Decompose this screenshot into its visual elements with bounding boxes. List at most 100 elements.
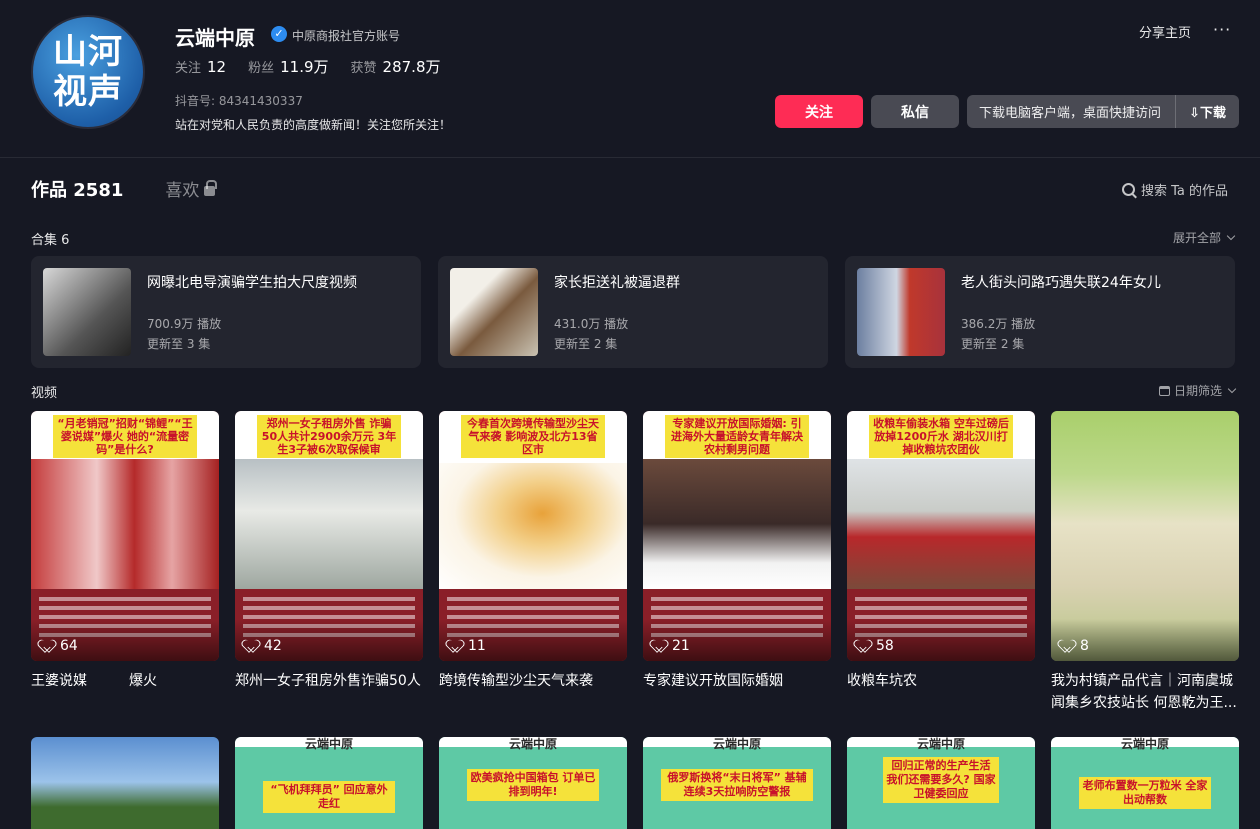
video-likes: 58 <box>857 638 894 654</box>
brand-watermark: 云端中原 <box>1120 737 1169 751</box>
video-card[interactable]: 云端中原 俄罗斯换将“末日将军” 基辅连续3天拉响防空警报 <box>643 737 831 829</box>
collection-title: 家长拒送礼被逼退群 <box>554 275 680 291</box>
collection-card[interactable]: 老人街头问路巧遇失联24年女儿 386.2万 播放 更新至 2 集 <box>845 256 1235 368</box>
video-title: 专家建议开放国际婚姻 <box>643 673 783 689</box>
lock-icon <box>204 180 218 196</box>
videos-title: 视频 <box>31 386 58 401</box>
avatar[interactable]: 山河视声 <box>31 15 145 129</box>
date-filter-button[interactable]: 日期筛选 <box>1159 382 1237 399</box>
video-card[interactable]: 收粮车偷装水箱 空车过磅后放掉1200斤水 湖北汉川打掉收粮坑农团伙 58 收粮… <box>847 411 1035 714</box>
collection-update: 更新至 2 集 <box>554 337 618 351</box>
stat-likes-received: 获赞 287.8万 <box>350 58 441 76</box>
header-divider <box>0 157 1260 158</box>
brand-watermark: 云端中原 <box>508 737 557 751</box>
video-grid: “月老销冠”招财“锦鲤”“王婆说媒”爆火 她的“流量密码”是什么? 64 王婆说… <box>31 411 1241 714</box>
search-label: 搜索 Ta 的作品 <box>1141 184 1229 199</box>
expand-all-button[interactable]: 展开全部 <box>1173 229 1236 246</box>
douyin-id: 抖音号: 84341430337 <box>175 94 303 108</box>
video-caption: 专家建议开放国际婚姻: 引进海外大量适龄女青年解决农村剩男问题 <box>665 415 809 458</box>
collection-update: 更新至 2 集 <box>961 337 1025 351</box>
tab-works[interactable]: 作品 2581 <box>31 176 123 202</box>
profile-stats: 关注 12 粉丝 11.9万 获赞 287.8万 <box>175 56 441 77</box>
avatar-text: 山河视声 <box>53 32 123 112</box>
video-thumbnail: 收粮车偷装水箱 空车过磅后放掉1200斤水 湖北汉川打掉收粮坑农团伙 58 <box>847 411 1035 661</box>
more-options-icon[interactable]: ··· <box>1213 20 1231 39</box>
video-likes: 8 <box>1061 638 1089 654</box>
video-caption: 收粮车偷装水箱 空车过磅后放掉1200斤水 湖北汉川打掉收粮坑农团伙 <box>869 415 1013 458</box>
heart-icon <box>653 640 666 652</box>
collection-plays: 386.2万 播放 <box>961 317 1036 331</box>
verified-icon: ✓ <box>271 26 287 42</box>
video-card[interactable]: “月老销冠”招财“锦鲤”“王婆说媒”爆火 她的“流量密码”是什么? 64 王婆说… <box>31 411 219 714</box>
tab-likes[interactable]: 喜欢 <box>165 176 218 201</box>
video-likes: 11 <box>449 638 486 654</box>
video-title: 我为村镇产品代言｜河南虞城闻集乡农技站长 何恩乾为王... <box>1051 673 1237 711</box>
video-title: 收粮车坑农 <box>847 673 917 689</box>
stat-following[interactable]: 关注 12 <box>175 57 226 76</box>
video-card[interactable]: 云端中原 老师布置数一万粒米 全家出动帮数 <box>1051 737 1239 829</box>
calendar-icon <box>1159 385 1170 396</box>
video-title: 王婆说媒 爆火 <box>31 673 157 689</box>
collections-list: 网曝北电导演骗学生拍大尺度视频 700.9万 播放 更新至 3 集 家长拒送礼被… <box>31 256 1235 368</box>
verified-label: 中原商报社官方账号 <box>292 29 401 43</box>
video-caption: 郑州一女子租房外售 诈骗50人共计2900余万元 3年生3子被6次取保候审 <box>257 415 401 458</box>
profile-header: 山河视声 云端中原 ✓ 中原商报社官方账号 关注 12 粉丝 11.9万 获赞 287… <box>0 0 1260 158</box>
collection-card[interactable]: 家长拒送礼被逼退群 431.0万 播放 更新至 2 集 <box>438 256 828 368</box>
video-title: 跨境传输型沙尘天气来袭 <box>439 673 593 689</box>
heart-icon <box>449 640 462 652</box>
profile-name: 云端中原 <box>175 26 255 50</box>
collection-title: 老人街头问路巧遇失联24年女儿 <box>961 275 1161 291</box>
video-likes: 21 <box>653 638 690 654</box>
video-caption: 回归正常的生产生活 我们还需要多久? 国家卫健委回应 <box>883 757 999 803</box>
video-likes: 64 <box>41 638 78 654</box>
video-caption: “月老销冠”招财“锦鲤”“王婆说媒”爆火 她的“流量密码”是什么? <box>53 415 197 458</box>
collection-plays: 700.9万 播放 <box>147 317 222 331</box>
heart-icon <box>857 640 870 652</box>
download-client-banner: 下载电脑客户端，桌面快捷访问 ⇩下载 <box>967 95 1239 128</box>
video-card[interactable]: 云端中原 回归正常的生产生活 我们还需要多久? 国家卫健委回应 <box>847 737 1035 829</box>
stat-followers[interactable]: 粉丝 11.9万 <box>248 56 328 77</box>
heart-icon <box>245 640 258 652</box>
video-likes: 42 <box>245 638 282 654</box>
video-card[interactable] <box>31 737 219 829</box>
share-profile-button[interactable]: 分享主页 <box>1139 22 1191 41</box>
collection-update: 更新至 3 集 <box>147 337 211 351</box>
video-card[interactable]: 专家建议开放国际婚姻: 引进海外大量适龄女青年解决农村剩男问题 21 专家建议开… <box>643 411 831 714</box>
collection-thumbnail <box>857 268 945 356</box>
brand-watermark: 云端中原 <box>304 737 353 751</box>
video-thumbnail: 8 <box>1051 411 1239 661</box>
search-icon <box>1122 183 1135 196</box>
video-caption: 今春首次跨境传输型沙尘天气来袭 影响波及北方13省区市 <box>461 415 605 458</box>
video-thumbnail: 郑州一女子租房外售 诈骗50人共计2900余万元 3年生3子被6次取保候审 42 <box>235 411 423 661</box>
collection-title: 网曝北电导演骗学生拍大尺度视频 <box>147 275 357 291</box>
collection-thumbnail <box>43 268 131 356</box>
video-thumbnail: “月老销冠”招财“锦鲤”“王婆说媒”爆火 她的“流量密码”是什么? 64 <box>31 411 219 661</box>
video-thumbnail: 专家建议开放国际婚姻: 引进海外大量适龄女青年解决农村剩男问题 21 <box>643 411 831 661</box>
download-client-text: 下载电脑客户端，桌面快捷访问 <box>979 106 1162 121</box>
video-card[interactable]: 云端中原 欧美疯抢中国箱包 订单已排到明年! <box>439 737 627 829</box>
follow-button[interactable]: 关注 <box>775 95 863 128</box>
message-button[interactable]: 私信 <box>871 95 959 128</box>
video-card[interactable]: 今春首次跨境传输型沙尘天气来袭 影响波及北方13省区市 11 跨境传输型沙尘天气… <box>439 411 627 714</box>
video-caption: “飞机拜拜员” 回应意外走红 <box>263 781 395 813</box>
collections-title: 合集 6 <box>31 233 70 248</box>
video-caption: 老师布置数一万粒米 全家出动帮数 <box>1079 777 1211 809</box>
profile-tabs: 作品 2581 喜欢 <box>31 176 218 202</box>
search-works[interactable]: 搜索 Ta 的作品 <box>1122 180 1228 199</box>
video-caption: 欧美疯抢中国箱包 订单已排到明年! <box>467 769 599 801</box>
chevron-down-icon <box>1226 231 1236 240</box>
chevron-down-icon <box>1227 384 1237 393</box>
collection-thumbnail <box>450 268 538 356</box>
video-card[interactable]: 郑州一女子租房外售 诈骗50人共计2900余万元 3年生3子被6次取保候审 42… <box>235 411 423 714</box>
collection-plays: 431.0万 播放 <box>554 317 629 331</box>
video-card[interactable]: 云端中原 “飞机拜拜员” 回应意外走红 <box>235 737 423 829</box>
video-thumbnail: 今春首次跨境传输型沙尘天气来袭 影响波及北方13省区市 11 <box>439 411 627 661</box>
heart-icon <box>41 640 54 652</box>
heart-icon <box>1061 640 1074 652</box>
download-button[interactable]: ⇩下载 <box>1175 95 1239 128</box>
video-caption: 俄罗斯换将“末日将军” 基辅连续3天拉响防空警报 <box>661 769 813 801</box>
video-title: 郑州一女子租房外售诈骗50人 <box>235 673 421 689</box>
video-card[interactable]: 8 我为村镇产品代言｜河南虞城闻集乡农技站长 何恩乾为王... <box>1051 411 1239 714</box>
collection-card[interactable]: 网曝北电导演骗学生拍大尺度视频 700.9万 播放 更新至 3 集 <box>31 256 421 368</box>
brand-watermark: 云端中原 <box>712 737 761 751</box>
